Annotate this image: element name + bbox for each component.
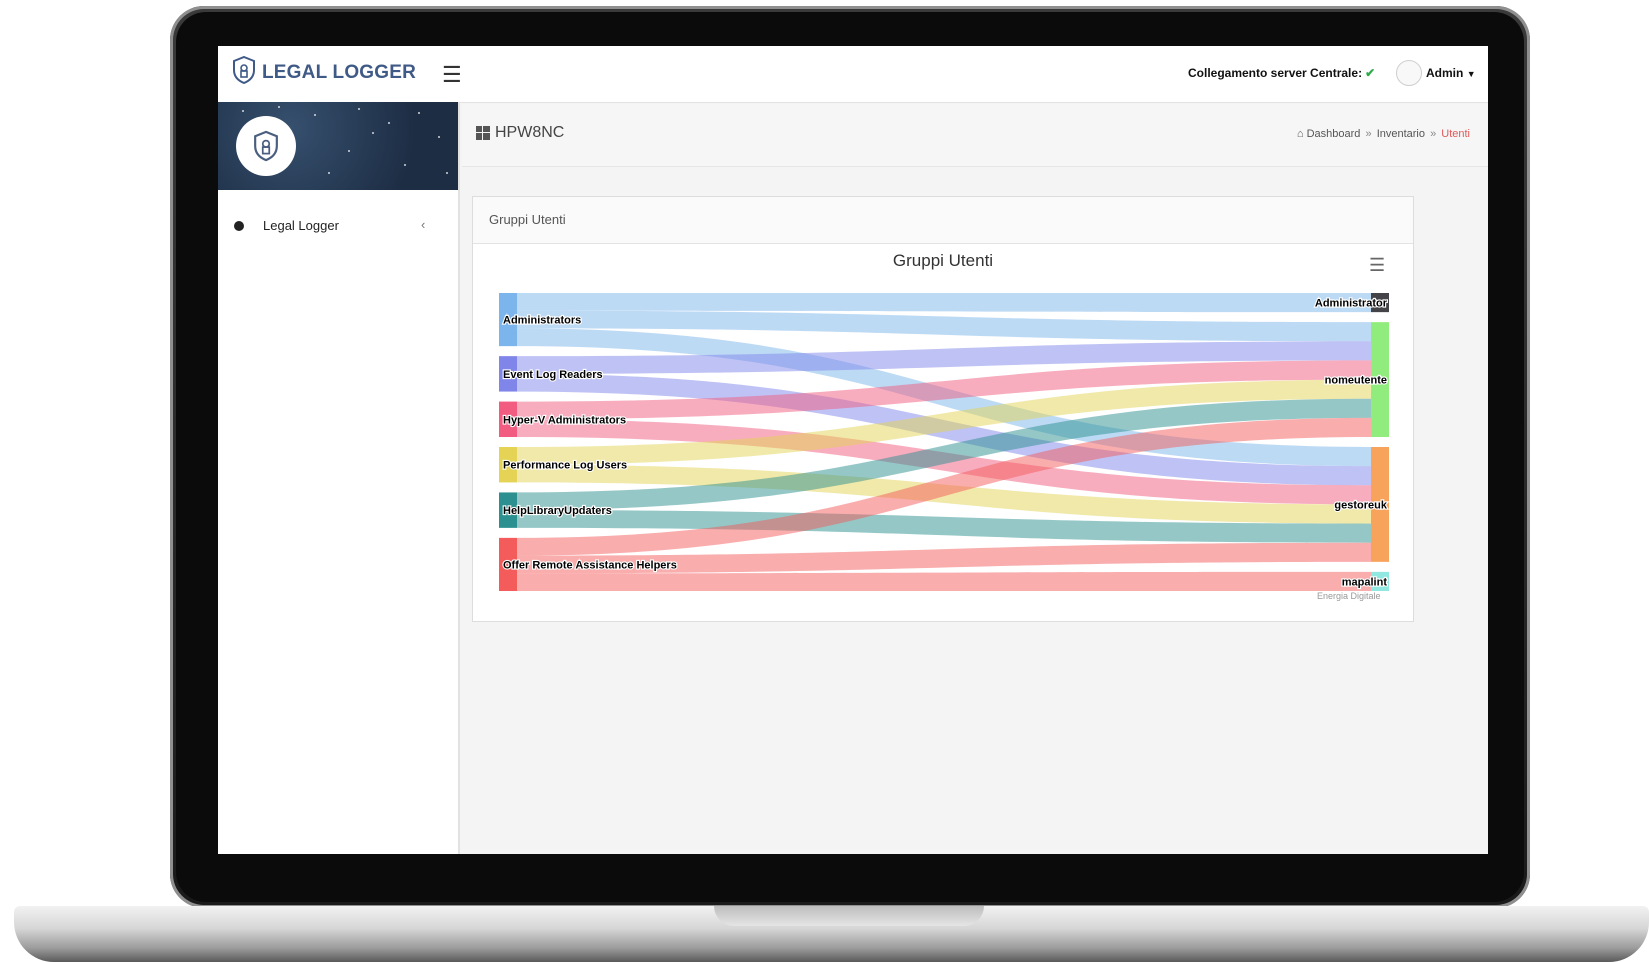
source-node-label: Performance Log Users xyxy=(503,460,627,472)
shield-avatar-icon xyxy=(254,130,278,162)
check-icon: ✔ xyxy=(1365,66,1376,80)
caret-down-icon: ▼ xyxy=(1466,69,1476,79)
breadcrumb-inventario[interactable]: Inventario xyxy=(1377,128,1425,140)
sidebar-profile-banner xyxy=(218,102,458,190)
user-menu-label: Admin xyxy=(1426,66,1464,80)
source-node-label: HelpLibraryUpdaters xyxy=(503,505,612,517)
page-title-text: HPW8NC xyxy=(495,124,565,141)
source-node-label: Administrators xyxy=(503,315,581,327)
sankey-link[interactable] xyxy=(517,293,1371,313)
shield-logo-icon xyxy=(232,55,256,89)
breadcrumb: ⌂ Dashboard » Inventario » Utenti xyxy=(1297,128,1470,140)
sidebar: Legal Logger ‹ xyxy=(218,102,460,854)
sankey-link[interactable] xyxy=(517,571,1371,591)
breadcrumb-dashboard[interactable]: Dashboard xyxy=(1307,128,1361,140)
logo-text: LEGAL LOGGER xyxy=(262,61,417,83)
user-avatar[interactable] xyxy=(1396,60,1422,86)
target-node-label: Administrator xyxy=(1315,298,1388,310)
page-header: HPW8NC ⌂ Dashboard » Inventario » Utenti xyxy=(462,104,1488,167)
page-title: HPW8NC xyxy=(476,124,564,142)
source-node-label: Hyper-V Administrators xyxy=(503,414,626,426)
app-screen: LEGAL LOGGER ☰ Collegamento server Centr… xyxy=(218,46,1488,854)
breadcrumb-utenti: Utenti xyxy=(1441,128,1470,140)
chart-menu-icon[interactable]: ☰ xyxy=(1369,255,1385,276)
chart-credits[interactable]: Energia Digitale xyxy=(1317,591,1381,601)
laptop-notch xyxy=(714,906,984,926)
hamburger-menu-icon[interactable]: ☰ xyxy=(442,62,462,88)
chevron-left-icon: ‹ xyxy=(421,217,426,232)
source-node-label: Offer Remote Assistance Helpers xyxy=(503,559,677,571)
chart-panel: Gruppi Utenti Administrators Event Log Re… xyxy=(472,196,1414,622)
circle-icon xyxy=(234,221,244,231)
chart-title: Gruppi Utenti xyxy=(892,251,994,270)
breadcrumb-separator: » xyxy=(1430,128,1437,140)
target-node-label: mapalint xyxy=(1342,576,1388,588)
windows-icon xyxy=(476,126,490,140)
target-node-label: nomeutente xyxy=(1325,375,1387,387)
home-icon: ⌂ xyxy=(1296,128,1304,140)
sidebar-item-label: Legal Logger xyxy=(263,218,339,233)
top-navbar: LEGAL LOGGER ☰ Collegamento server Centr… xyxy=(218,46,1488,103)
source-node-label: Event Log Readers xyxy=(503,369,603,381)
app-logo[interactable]: LEGAL LOGGER xyxy=(232,55,417,89)
user-menu-button[interactable]: Admin ▼ xyxy=(1426,66,1476,80)
breadcrumb-separator: » xyxy=(1365,128,1372,140)
server-status: Collegamento server Centrale: ✔ xyxy=(1188,66,1375,80)
sidebar-avatar[interactable] xyxy=(236,116,296,176)
sidebar-item-legal-logger[interactable]: Legal Logger ‹ xyxy=(218,208,458,242)
target-node-label: gestoreuk xyxy=(1334,499,1387,511)
server-status-label: Collegamento server Centrale: xyxy=(1188,66,1363,80)
